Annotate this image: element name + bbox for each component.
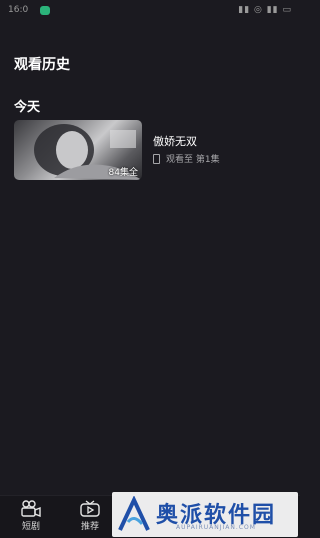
status-icons: ▮▮ ◎ ▮▮ ▭ [238,5,292,15]
section-title-today: 今天 [14,100,41,115]
tv-icon [80,500,100,517]
page-title: 观看历史 [14,57,70,73]
tab-label-short-drama: 短剧 [21,522,40,532]
status-bar: 16:0 ▮▮ ◎ ▮▮ ▭ [0,0,300,24]
status-time: 16:0 [8,5,29,15]
watermark-logo-icon [118,496,150,531]
notification-dot-icon [40,6,50,15]
watch-progress-text: 观看至 第1集 [166,155,220,165]
watermark: 奥派软件园 AUPAIRUANJIAN.COM [112,492,298,537]
watermark-url: AUPAIRUANJIAN.COM [176,524,256,531]
camera-icon [21,500,41,517]
watch-progress: 观看至 第1集 [153,152,220,165]
video-thumbnail[interactable]: 84集全 [14,120,142,180]
tab-short-drama[interactable]: 短剧 [9,500,53,536]
drama-title[interactable]: 傲娇无双 [153,133,197,149]
history-item[interactable]: 84集全 傲娇无双 观看至 第1集 [14,120,294,180]
phone-icon [153,153,160,164]
tab-recommend[interactable]: 推荐 [68,500,112,536]
episode-count-badge: 84集全 [108,168,138,178]
tab-label-recommend: 推荐 [80,522,99,532]
